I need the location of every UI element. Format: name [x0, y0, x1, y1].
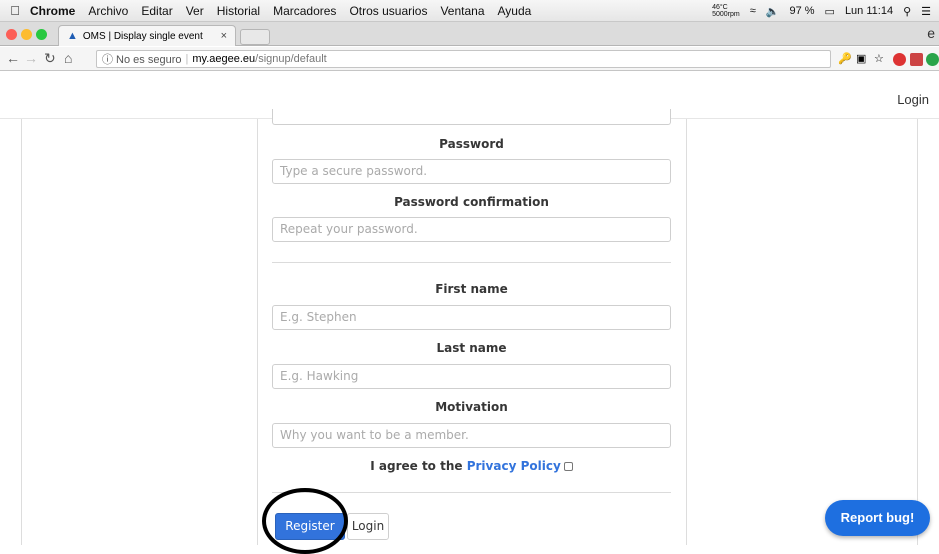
- menu-bar:  Chrome Archivo Editar Ver Historial Ma…: [0, 0, 939, 22]
- aegee-favicon-icon: ▲: [67, 30, 78, 42]
- bookmark-star-icon[interactable]: ☆: [874, 52, 884, 65]
- volume-icon[interactable]: 🔈: [766, 5, 780, 18]
- close-tab-icon[interactable]: ×: [221, 30, 227, 42]
- divider: [272, 262, 671, 263]
- wifi-icon[interactable]: ≈: [750, 5, 756, 17]
- address-separator: |: [185, 53, 189, 65]
- key-icon[interactable]: 🔑: [838, 52, 852, 65]
- temperature-readout: 46°C 5000rpm: [712, 4, 740, 18]
- battery-icon[interactable]: ▭: [825, 5, 835, 18]
- privacy-policy-link[interactable]: Privacy Policy: [467, 459, 561, 473]
- battery-percent[interactable]: 97 %: [789, 5, 814, 17]
- email-field[interactable]: [272, 109, 671, 125]
- signup-form: Password Type a secure password. Passwor…: [258, 109, 686, 545]
- security-indicator[interactable]: ⓘ No es seguro: [102, 51, 181, 67]
- minimize-window-icon[interactable]: [21, 29, 32, 40]
- menu-archivo[interactable]: Archivo: [88, 4, 128, 18]
- password-field[interactable]: Type a secure password.: [272, 159, 671, 184]
- menu-app-name[interactable]: Chrome: [30, 4, 75, 18]
- reload-icon[interactable]: ↻: [44, 50, 56, 67]
- new-tab-button[interactable]: [240, 29, 270, 45]
- menu-ventana[interactable]: Ventana: [440, 4, 484, 18]
- agree-text: I agree to the: [370, 459, 463, 473]
- first-name-field[interactable]: E.g. Stephen: [272, 305, 671, 330]
- grammarly-icon[interactable]: [926, 53, 939, 66]
- last-name-field[interactable]: E.g. Hawking: [272, 364, 671, 389]
- status-area: 46°C 5000rpm ≈ 🔈 97 % ▭ Lun 11:14 ⚲ ☰: [712, 0, 931, 22]
- browser-toolbar: ← → ↻ ⌂ ⓘ No es seguro | my.aegee.eu /si…: [0, 47, 939, 71]
- url-host: my.aegee.eu: [192, 53, 256, 65]
- password-confirmation-field[interactable]: Repeat your password.: [272, 217, 671, 242]
- menu-editar[interactable]: Editar: [141, 4, 172, 18]
- first-name-label: First name: [435, 282, 508, 296]
- home-icon[interactable]: ⌂: [64, 50, 72, 66]
- left-column: [21, 119, 258, 545]
- translate-icon[interactable]: ▣: [856, 52, 866, 65]
- motivation-field[interactable]: Why you want to be a member.: [272, 423, 671, 448]
- motivation-label: Motivation: [435, 400, 508, 414]
- menu-historial[interactable]: Historial: [217, 4, 260, 18]
- url-path: /signup/default: [255, 53, 327, 65]
- menu-ayuda[interactable]: Ayuda: [498, 4, 532, 18]
- privacy-checkbox[interactable]: [563, 462, 573, 471]
- right-column: [686, 119, 918, 545]
- zoom-window-icon[interactable]: [36, 29, 47, 40]
- login-button[interactable]: Login: [347, 513, 389, 540]
- address-bar[interactable]: ⓘ No es seguro | my.aegee.eu /signup/def…: [96, 50, 831, 68]
- extension-icon[interactable]: [910, 53, 923, 66]
- active-tab[interactable]: ▲ OMS | Display single event ×: [58, 25, 236, 46]
- annotation-circle: [262, 488, 348, 554]
- adblock-icon[interactable]: [893, 53, 906, 66]
- close-window-icon[interactable]: [6, 29, 17, 40]
- tab-bar: ▲ OMS | Display single event × e: [0, 22, 939, 46]
- last-name-label: Last name: [436, 341, 507, 355]
- apple-icon[interactable]: : [0, 3, 30, 18]
- report-bug-button[interactable]: Report bug!: [825, 500, 930, 536]
- password-confirmation-label: Password confirmation: [394, 195, 549, 209]
- back-icon[interactable]: ←: [6, 50, 20, 66]
- password-label: Password: [439, 137, 504, 151]
- tab-title: OMS | Display single event: [82, 30, 203, 42]
- temp-value: 46°C: [712, 4, 728, 11]
- spotlight-icon[interactable]: ⚲: [903, 5, 911, 18]
- menu-ver[interactable]: Ver: [186, 4, 204, 18]
- profile-glyph[interactable]: e: [927, 25, 935, 41]
- menu-marcadores[interactable]: Marcadores: [273, 4, 336, 18]
- list-menu-icon[interactable]: ☰: [921, 5, 931, 18]
- menu-otros-usuarios[interactable]: Otros usuarios: [349, 4, 427, 18]
- fan-value: 5000rpm: [712, 11, 740, 18]
- forward-icon[interactable]: →: [24, 50, 38, 66]
- privacy-agreement: I agree to the Privacy Policy: [272, 459, 671, 473]
- clock[interactable]: Lun 11:14: [845, 5, 893, 17]
- divider: [272, 492, 671, 493]
- navbar-login-link[interactable]: Login: [897, 92, 929, 107]
